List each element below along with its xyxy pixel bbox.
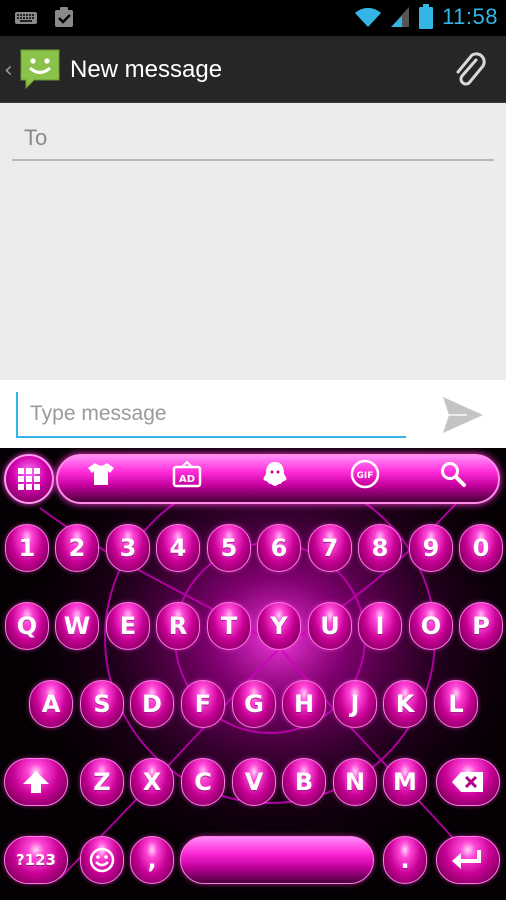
to-field[interactable]: [12, 117, 494, 161]
send-icon: [443, 397, 483, 433]
back-caret-icon[interactable]: ‹: [4, 58, 13, 83]
emoji-key[interactable]: [80, 836, 124, 884]
wifi-icon: [355, 7, 382, 27]
sticker-button[interactable]: [260, 460, 290, 488]
smiley-icon: [89, 847, 115, 873]
key-r[interactable]: R: [156, 602, 200, 650]
key-t[interactable]: T: [207, 602, 251, 650]
key-u[interactable]: U: [308, 602, 352, 650]
sms-smiley-icon[interactable]: [18, 47, 62, 91]
key-v[interactable]: V: [232, 758, 276, 806]
key-4[interactable]: 4: [156, 524, 200, 572]
svg-text:AD: AD: [179, 474, 195, 485]
gif-button[interactable]: GIF: [350, 459, 380, 489]
key-z[interactable]: Z: [80, 758, 124, 806]
keyboard-icon: [15, 12, 37, 24]
key-3[interactable]: 3: [106, 524, 150, 572]
enter-icon: [452, 850, 481, 869]
page-title: New message: [70, 56, 223, 83]
key-k[interactable]: K: [383, 680, 427, 728]
keyboard-background: [0, 448, 506, 900]
key-8[interactable]: 8: [358, 524, 402, 572]
keyboard: AD GIF 1 2 3 4 5 6 7 8 9 0 Q W E R T Y U…: [0, 448, 506, 900]
action-bar: ‹ New message: [0, 36, 506, 103]
symbols-key[interactable]: ?123: [4, 836, 68, 884]
ghost-icon: [263, 462, 287, 486]
clipboard-check-icon: [55, 7, 73, 27]
attach-button[interactable]: [448, 48, 492, 92]
keyboard-toolbar: AD GIF: [0, 448, 506, 510]
send-button[interactable]: [438, 392, 488, 438]
svg-text:GIF: GIF: [357, 471, 374, 481]
key-p[interactable]: P: [459, 602, 503, 650]
key-6[interactable]: 6: [257, 524, 301, 572]
key-y[interactable]: Y: [257, 602, 301, 650]
theme-button[interactable]: [86, 460, 116, 488]
backspace-icon: [452, 772, 483, 792]
ad-button[interactable]: AD: [172, 460, 202, 488]
paperclip-icon: [456, 52, 486, 86]
battery-icon: [419, 4, 434, 29]
space-bar[interactable]: [180, 836, 374, 884]
key-d[interactable]: D: [130, 680, 174, 728]
key-c[interactable]: C: [181, 758, 225, 806]
key-x[interactable]: X: [130, 758, 174, 806]
enter-key[interactable]: [436, 836, 500, 884]
key-5[interactable]: 5: [207, 524, 251, 572]
key-f[interactable]: F: [181, 680, 225, 728]
key-q[interactable]: Q: [5, 602, 49, 650]
key-g[interactable]: G: [232, 680, 276, 728]
to-input[interactable]: [12, 117, 494, 159]
signal-icon: [391, 7, 410, 27]
gif-icon: GIF: [350, 459, 380, 489]
key-m[interactable]: M: [383, 758, 427, 806]
key-9[interactable]: 9: [409, 524, 453, 572]
backspace-key[interactable]: [436, 758, 500, 806]
key-0[interactable]: 0: [459, 524, 503, 572]
key-1[interactable]: 1: [5, 524, 49, 572]
ad-icon: AD: [172, 460, 202, 488]
shift-arrow-icon: [23, 771, 49, 793]
key-e[interactable]: E: [106, 602, 150, 650]
tshirt-icon: [88, 463, 114, 485]
key-j[interactable]: J: [333, 680, 377, 728]
search-icon: [441, 462, 466, 487]
key-o[interactable]: O: [409, 602, 453, 650]
status-clock: 11:58: [442, 4, 498, 29]
key-n[interactable]: N: [333, 758, 377, 806]
key-b[interactable]: B: [282, 758, 326, 806]
key-h[interactable]: H: [282, 680, 326, 728]
key-i[interactable]: I: [358, 602, 402, 650]
key-a[interactable]: A: [29, 680, 73, 728]
message-bar: [0, 380, 506, 448]
shift-key[interactable]: [4, 758, 68, 806]
key-7[interactable]: 7: [308, 524, 352, 572]
key-w[interactable]: W: [55, 602, 99, 650]
search-button[interactable]: [438, 460, 468, 488]
key-2[interactable]: 2: [55, 524, 99, 572]
grid-menu-button[interactable]: [4, 454, 54, 504]
key-l[interactable]: L: [434, 680, 478, 728]
comma-key[interactable]: ,: [130, 836, 174, 884]
compose-area: [0, 103, 506, 380]
grid-menu-icon: [18, 468, 40, 490]
status-bar: 11:58: [0, 0, 506, 36]
key-s[interactable]: S: [80, 680, 124, 728]
message-field[interactable]: [16, 392, 406, 438]
period-key[interactable]: .: [383, 836, 427, 884]
message-input[interactable]: [16, 392, 406, 436]
